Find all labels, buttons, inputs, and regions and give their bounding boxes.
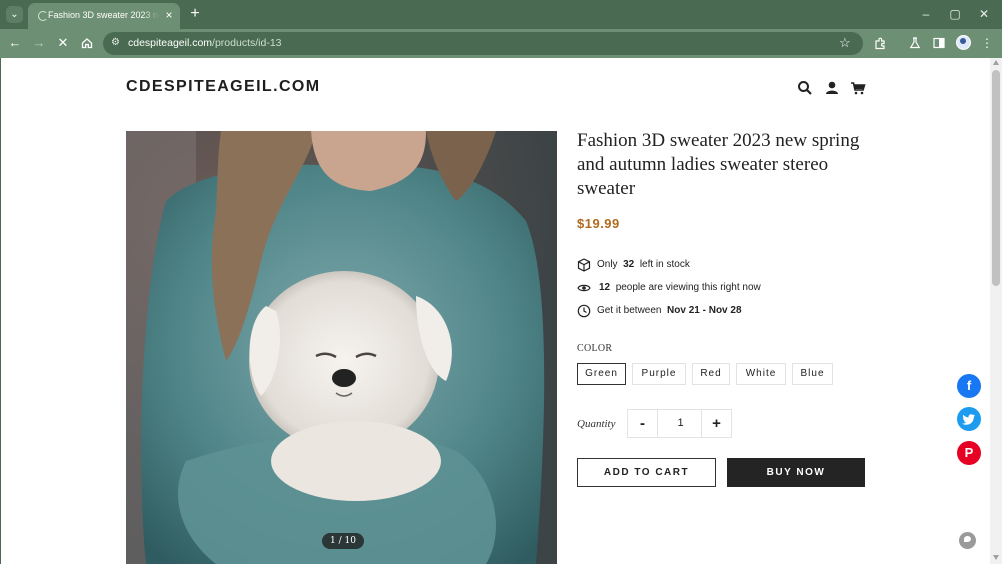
delivery-range: Nov 21 - Nov 28 (667, 305, 742, 316)
color-option-purple[interactable]: Purple (632, 363, 686, 385)
extensions-icon[interactable] (872, 35, 888, 51)
new-tab-button[interactable]: + (187, 6, 203, 22)
product-title: Fashion 3D sweater 2023 new spring and a… (577, 130, 860, 199)
tab-title: Fashion 3D sweater 2023 new spring and a… (48, 10, 160, 23)
stock-suffix: left in stock (639, 259, 690, 270)
page-viewport: CDESPITEAGEIL.COM 1 / 10 Fashion 3D swea… (1, 58, 990, 564)
forward-arrow-icon[interactable]: → (31, 35, 47, 51)
search-icon[interactable] (797, 80, 813, 96)
tab-close-icon[interactable]: × (163, 9, 175, 21)
browser-tab[interactable]: Fashion 3D sweater 2023 new spring and a… (28, 3, 180, 29)
quantity-decrease-button[interactable]: - (628, 410, 658, 437)
color-option-red[interactable]: Red (692, 363, 730, 385)
scroll-up-arrow-icon[interactable] (993, 60, 999, 65)
viewers-count: 12 (599, 282, 611, 293)
page-scrollbar[interactable] (990, 58, 1002, 564)
color-option-green[interactable]: Green (577, 363, 626, 385)
profile-avatar[interactable] (956, 35, 971, 50)
facebook-share-icon[interactable]: f (957, 374, 981, 398)
minimize-button[interactable]: – (918, 6, 934, 22)
scroll-down-arrow-icon[interactable] (993, 555, 999, 560)
browser-tab-bar: ⌄ Fashion 3D sweater 2023 new spring and… (0, 0, 1002, 29)
chat-icon[interactable] (959, 532, 976, 549)
pinterest-share-icon[interactable]: P (957, 441, 981, 465)
quantity-input[interactable]: 1 (658, 410, 703, 437)
close-window-button[interactable]: ✕ (976, 6, 992, 22)
stop-loading-icon[interactable]: ✕ (55, 35, 71, 51)
account-icon[interactable] (824, 80, 840, 96)
home-icon[interactable] (79, 35, 95, 51)
bookmark-star-icon[interactable]: ☆ (839, 36, 853, 50)
address-bar[interactable]: ⚙ cdespiteageil.com/products/id-13 ☆ (103, 32, 863, 55)
stock-count: 32 (623, 259, 635, 270)
color-option-blue[interactable]: Blue (792, 363, 833, 385)
quantity-label: Quantity (577, 418, 616, 430)
quantity-stepper: - 1 + (627, 409, 732, 438)
url-text: cdespiteageil.com/products/id-13 (128, 37, 282, 49)
cart-icon[interactable] (850, 80, 866, 96)
site-info-icon[interactable]: ⚙ (111, 37, 123, 49)
twitter-share-icon[interactable] (957, 407, 981, 431)
add-to-cart-button[interactable]: ADD TO CART (577, 458, 716, 487)
product-image[interactable]: 1 / 10 (126, 131, 557, 564)
clock-icon (577, 304, 591, 318)
product-price: $19.99 (577, 216, 620, 231)
stock-prefix: Only (597, 259, 618, 270)
labs-flask-icon[interactable] (907, 35, 923, 51)
loading-icon (38, 11, 48, 21)
back-arrow-icon[interactable]: ← (7, 35, 23, 51)
buy-now-button[interactable]: BUY NOW (727, 458, 865, 487)
tab-search-button[interactable]: ⌄ (6, 6, 23, 23)
eye-icon (577, 284, 591, 292)
browser-menu-icon[interactable]: ⋮ (979, 35, 995, 51)
sweater-dog-photo (126, 131, 557, 564)
maximize-button[interactable]: ▢ (947, 6, 963, 22)
image-counter: 1 / 10 (322, 533, 364, 549)
site-logo[interactable]: CDESPITEAGEIL.COM (126, 78, 320, 96)
scrollbar-thumb[interactable] (992, 70, 1000, 286)
box-icon (577, 258, 591, 272)
side-panel-icon[interactable] (931, 35, 947, 51)
color-option-white[interactable]: White (736, 363, 786, 385)
quantity-increase-button[interactable]: + (701, 410, 731, 437)
delivery-prefix: Get it between (597, 305, 662, 316)
viewers-suffix: people are viewing this right now (615, 282, 761, 293)
color-label: COLOR (577, 343, 613, 354)
browser-toolbar: ← → ✕ ⚙ cdespiteageil.com/products/id-13… (0, 29, 1002, 58)
